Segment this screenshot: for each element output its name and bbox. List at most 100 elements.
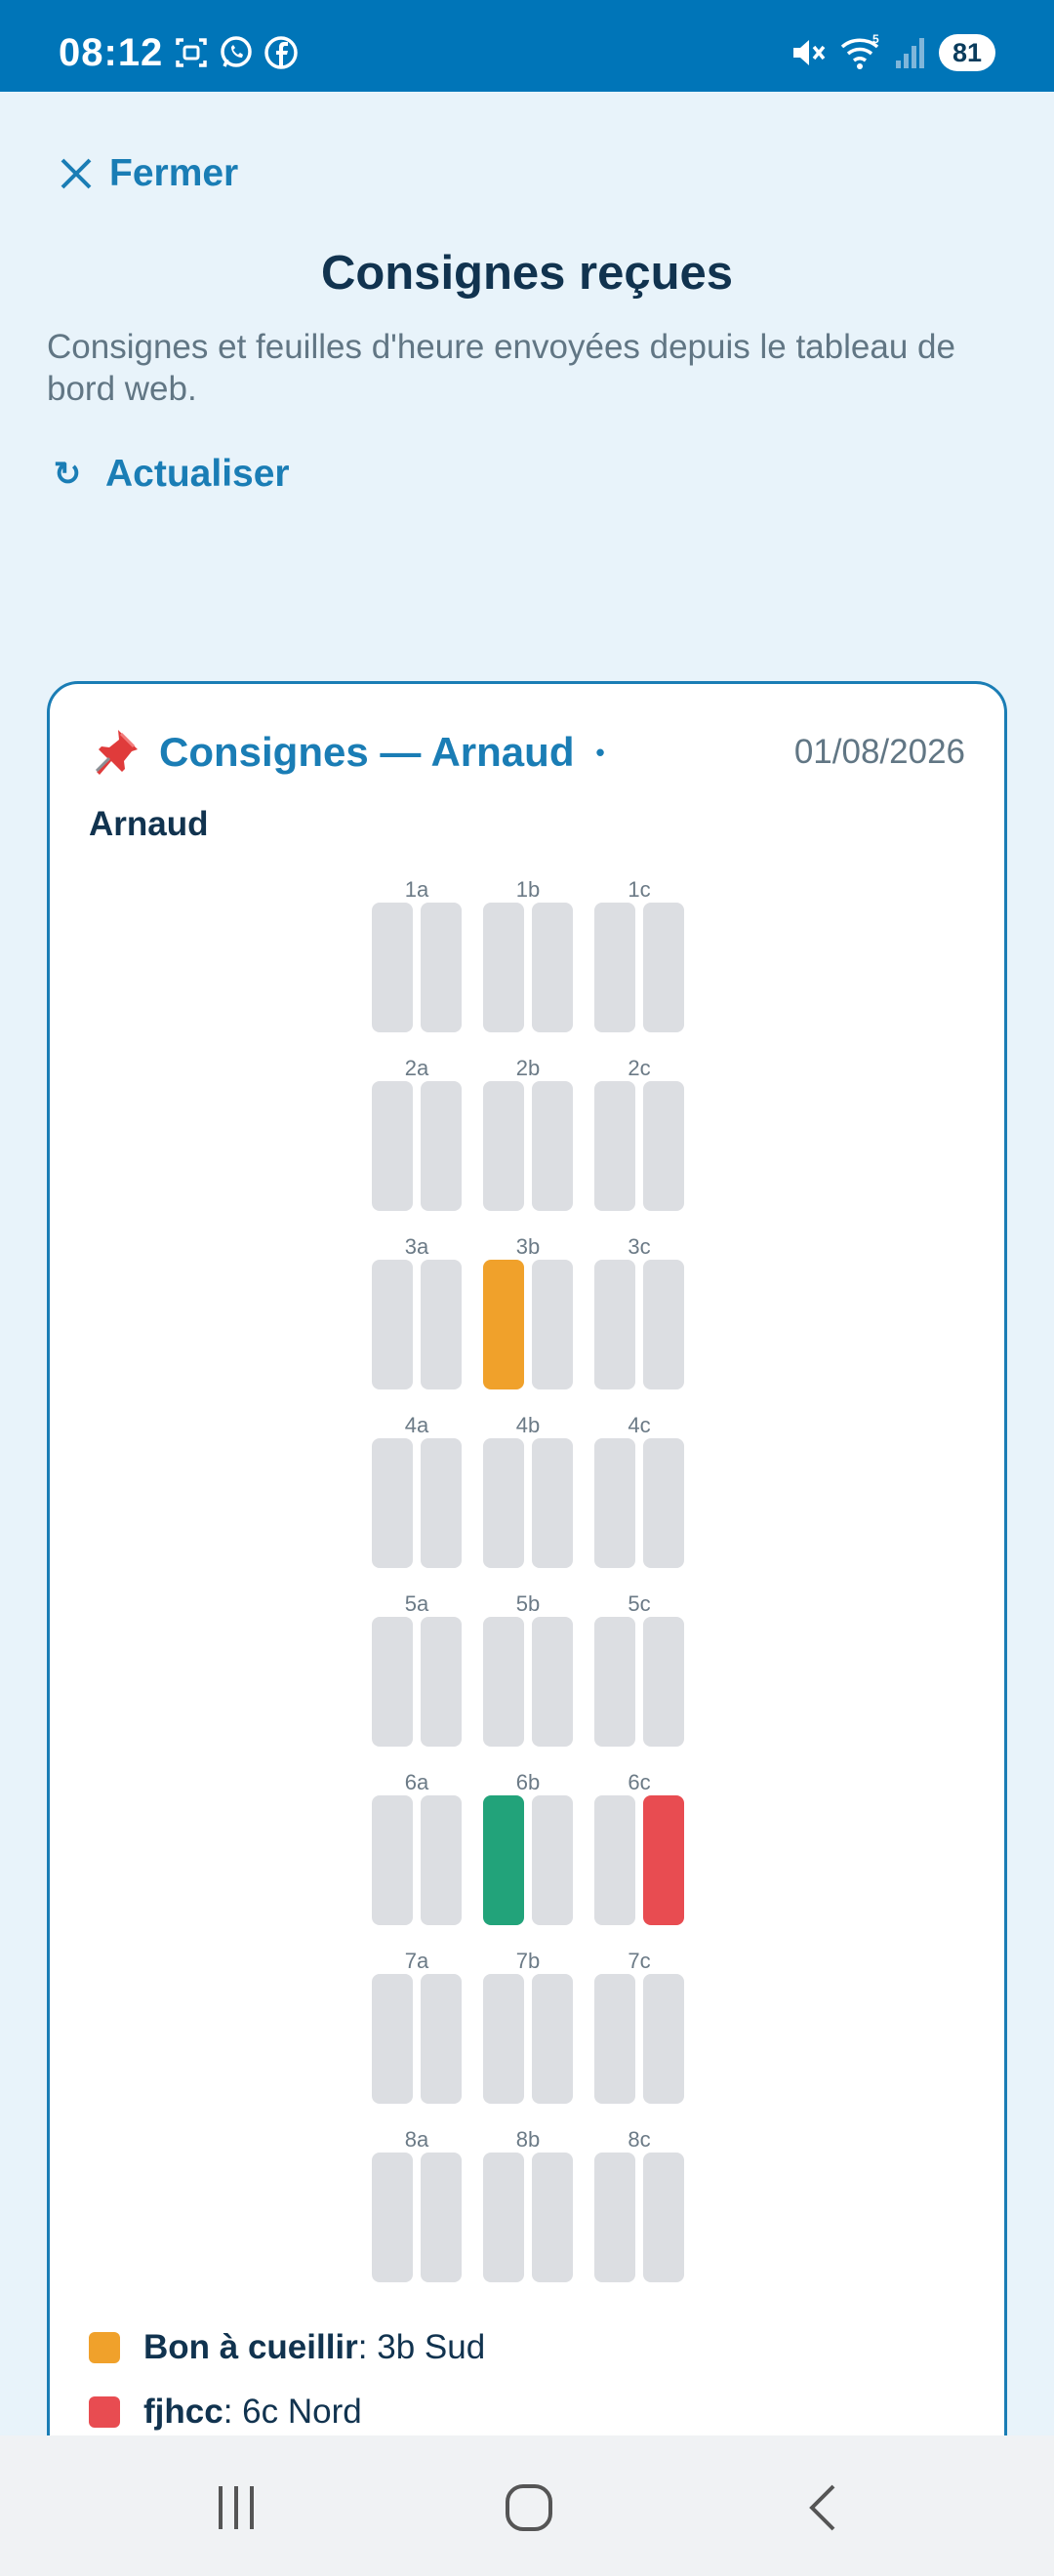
parcel-label: 7b: [515, 1949, 541, 1973]
parcel-tile[interactable]: [483, 1974, 524, 2104]
parcel-tile[interactable]: [594, 2153, 635, 2282]
parcel-tile[interactable]: [372, 1081, 413, 1211]
parcel-tile[interactable]: [372, 2153, 413, 2282]
parcel-tile[interactable]: [372, 1617, 413, 1747]
parcel-tile[interactable]: [483, 1617, 524, 1747]
instruction-card[interactable]: Consignes — Arnaud • 01/08/2026 Arnaud 1…: [47, 681, 1007, 2576]
mute-icon: [792, 40, 826, 65]
grid-row: 5a 5b 5c: [372, 1591, 686, 1770]
parcel-tiles: [483, 1260, 573, 1389]
parcel-tile[interactable]: [532, 1081, 573, 1211]
grid-row: 8a 8b 8c: [372, 2127, 686, 2306]
close-icon: [61, 158, 92, 189]
parcel-tile[interactable]: [594, 1260, 635, 1389]
parcel-tile[interactable]: [532, 1438, 573, 1568]
parcel-tiles: [372, 1260, 462, 1389]
parcel-group: 2c: [594, 1056, 684, 1211]
legend-detail: : 6c Nord: [223, 2393, 362, 2431]
parcel-group: 7b: [483, 1949, 573, 2104]
parcel-label: 3b: [515, 1234, 541, 1259]
refresh-button-label: Actualiser: [105, 453, 290, 495]
recent-apps-icon[interactable]: [207, 2478, 265, 2537]
parcel-tile[interactable]: [421, 1260, 462, 1389]
parcel-label: 4a: [404, 1413, 429, 1437]
wifi-icon: 5: [840, 33, 879, 69]
parcel-tile[interactable]: [594, 1438, 635, 1568]
pushpin-icon: [95, 730, 138, 775]
parcel-tile[interactable]: [372, 903, 413, 1032]
parcel-tile[interactable]: [421, 903, 462, 1032]
parcel-tile[interactable]: [643, 903, 684, 1032]
parcel-tile[interactable]: [532, 2153, 573, 2282]
grid-row: 6a 6b 6c: [372, 1770, 686, 1949]
parcel-group: 2b: [483, 1056, 573, 1211]
parcel-tile[interactable]: [372, 1260, 413, 1389]
refresh-icon: ↻: [53, 456, 82, 493]
parcel-tiles: [372, 1081, 462, 1211]
parcel-group: 8a: [372, 2127, 462, 2282]
parcel-tile[interactable]: [483, 1081, 524, 1211]
parcel-tile[interactable]: [594, 903, 635, 1032]
back-icon[interactable]: [796, 2478, 855, 2537]
parcel-tile[interactable]: [372, 1438, 413, 1568]
parcel-tile[interactable]: [532, 1974, 573, 2104]
parcel-tile[interactable]: [483, 1438, 524, 1568]
grid-row: 1a 1b 1c: [372, 877, 686, 1056]
parcel-tile[interactable]: [643, 1260, 684, 1389]
parcel-tiles: [594, 1795, 684, 1925]
parcel-tile[interactable]: [643, 1438, 684, 1568]
parcel-group: 6c: [594, 1770, 684, 1925]
parcel-tile[interactable]: [643, 1795, 684, 1925]
parcel-tile[interactable]: [372, 1795, 413, 1925]
notification-icons: [174, 35, 299, 70]
parcel-tiles: [372, 903, 462, 1032]
home-icon[interactable]: [500, 2478, 558, 2537]
parcel-tile[interactable]: [594, 1617, 635, 1747]
close-button[interactable]: Fermer: [57, 152, 238, 195]
parcel-tile[interactable]: [421, 1617, 462, 1747]
parcel-tile[interactable]: [421, 1795, 462, 1925]
parcel-tile[interactable]: [594, 1795, 635, 1925]
parcel-label: 7c: [628, 1949, 651, 1973]
parcel-tile[interactable]: [421, 1081, 462, 1211]
parcel-tile[interactable]: [643, 1081, 684, 1211]
parcel-tile[interactable]: [532, 1260, 573, 1389]
parcel-tiles: [483, 2153, 573, 2282]
parcel-tiles: [483, 1795, 573, 1925]
legend-detail: : 3b Sud: [357, 2328, 486, 2366]
parcel-group: 8c: [594, 2127, 684, 2282]
parcel-tile[interactable]: [643, 1974, 684, 2104]
whatsapp-icon: [221, 36, 252, 67]
parcel-tiles: [594, 1974, 684, 2104]
legend-item: Bon à cueillir : 3b Sud: [89, 2328, 485, 2367]
parcel-group: 7a: [372, 1949, 462, 2104]
status-bar: 08:12 5 81: [0, 0, 1054, 92]
parcel-tile[interactable]: [594, 1974, 635, 2104]
parcel-tile[interactable]: [372, 1974, 413, 2104]
unread-dot: •: [595, 737, 605, 767]
parcel-tile[interactable]: [532, 1617, 573, 1747]
card-title: Consignes — Arnaud: [159, 729, 575, 775]
parcel-tile[interactable]: [532, 1795, 573, 1925]
parcel-tiles: [594, 1081, 684, 1211]
parcel-tile[interactable]: [483, 1795, 524, 1925]
parcel-tile[interactable]: [643, 2153, 684, 2282]
parcel-tile[interactable]: [594, 1081, 635, 1211]
parcel-tile[interactable]: [421, 1974, 462, 2104]
close-button-label: Fermer: [109, 152, 239, 194]
parcel-tile[interactable]: [483, 1260, 524, 1389]
parcel-group: 5c: [594, 1591, 684, 1747]
parcel-group: 4a: [372, 1413, 462, 1568]
parcel-tile[interactable]: [643, 1617, 684, 1747]
parcel-label: 6c: [628, 1770, 651, 1794]
parcel-tile[interactable]: [483, 903, 524, 1032]
parcel-tiles: [372, 1795, 462, 1925]
parcel-tile[interactable]: [421, 1438, 462, 1568]
parcel-tile[interactable]: [532, 903, 573, 1032]
refresh-button[interactable]: ↻ Actualiser: [53, 453, 290, 496]
parcel-label: 4c: [628, 1413, 651, 1437]
parcel-tile[interactable]: [421, 2153, 462, 2282]
parcel-tile[interactable]: [483, 2153, 524, 2282]
parcel-group: 3b: [483, 1234, 573, 1389]
parcel-group: 1c: [594, 877, 684, 1032]
